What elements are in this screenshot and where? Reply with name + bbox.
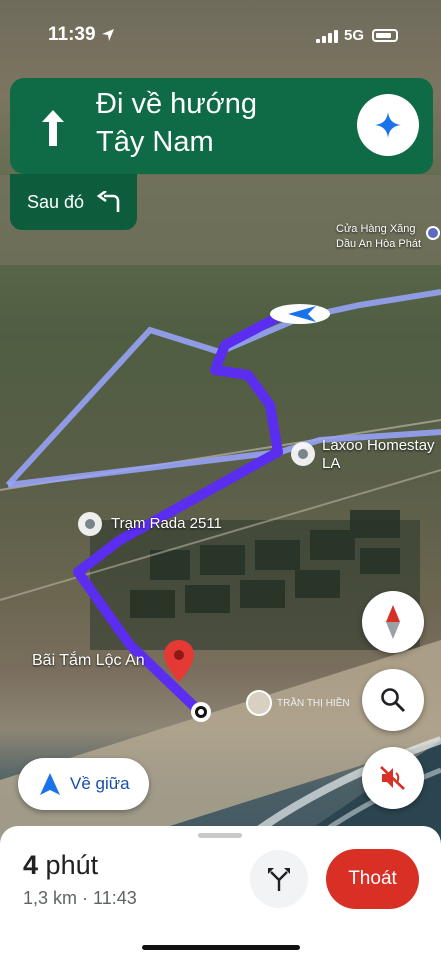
sparkle-icon: [375, 112, 401, 138]
sound-muted-icon: [380, 766, 405, 790]
sheet-drag-handle[interactable]: [198, 833, 242, 838]
exit-navigation-button[interactable]: Thoát: [326, 849, 419, 909]
destination-pin-icon[interactable]: [164, 640, 194, 682]
navigation-arrow-icon: [40, 773, 60, 795]
trip-details: 1,3 km · 11:43: [23, 888, 137, 908]
status-time: 11:39: [48, 24, 96, 45]
radar-pin-icon[interactable]: [78, 512, 102, 536]
signal-icon: [316, 30, 340, 43]
eta-duration: 4 phút: [23, 850, 98, 881]
compass-button[interactable]: [362, 591, 424, 653]
navigation-instruction-card[interactable]: Đi về hướng Tây Nam: [10, 78, 433, 174]
recenter-button[interactable]: Về giữa: [18, 758, 149, 810]
homestay-name-line1: Laxoo Homestay: [322, 437, 435, 454]
turn-left-icon: [96, 191, 120, 212]
gas-station-name-line2: Dầu An Hòa Phát: [336, 238, 422, 250]
search-icon: [381, 688, 405, 712]
homestay-label[interactable]: Laxoo Homestay LA: [322, 437, 435, 473]
radar-label[interactable]: Trạm Rada 2511: [111, 515, 222, 532]
gas-station-pin-icon[interactable]: [426, 226, 440, 240]
next-step-card[interactable]: Sau đó: [10, 174, 137, 230]
network-type: 5G: [344, 27, 365, 44]
alternate-routes-button[interactable]: [250, 850, 308, 908]
beach-label[interactable]: Bãi Tắm Lộc An: [32, 652, 145, 670]
recenter-label: Về giữa: [70, 774, 130, 793]
homestay-pin-icon[interactable]: [291, 442, 315, 466]
compass-icon: [386, 605, 400, 639]
route-fork-icon: [268, 868, 290, 891]
eta-value: 4: [23, 850, 39, 880]
user-name-label: TRẦN THỊ HIỀN: [277, 698, 350, 709]
straight-arrow-icon: [42, 110, 64, 146]
search-button[interactable]: [362, 669, 424, 731]
eta-unit: phút: [45, 850, 99, 880]
battery-icon: [372, 29, 398, 42]
homestay-name-line2: LA: [322, 455, 341, 472]
next-step-label: Sau đó: [27, 192, 85, 212]
sound-button[interactable]: [362, 747, 424, 809]
location-arrow-icon: [102, 29, 114, 41]
gas-station-label[interactable]: Cửa Hàng Xăng Dầu An Hòa Phát: [336, 222, 421, 252]
assistant-button[interactable]: [357, 94, 419, 156]
home-indicator[interactable]: [142, 945, 300, 950]
instruction-line-1: Đi về hướng: [96, 88, 257, 120]
user-avatar[interactable]: [246, 690, 272, 716]
status-bar: 11:39 5G: [0, 0, 441, 70]
gas-station-name-line1: Cửa Hàng Xăng: [336, 223, 416, 235]
instruction-line-2: Tây Nam: [96, 126, 214, 158]
